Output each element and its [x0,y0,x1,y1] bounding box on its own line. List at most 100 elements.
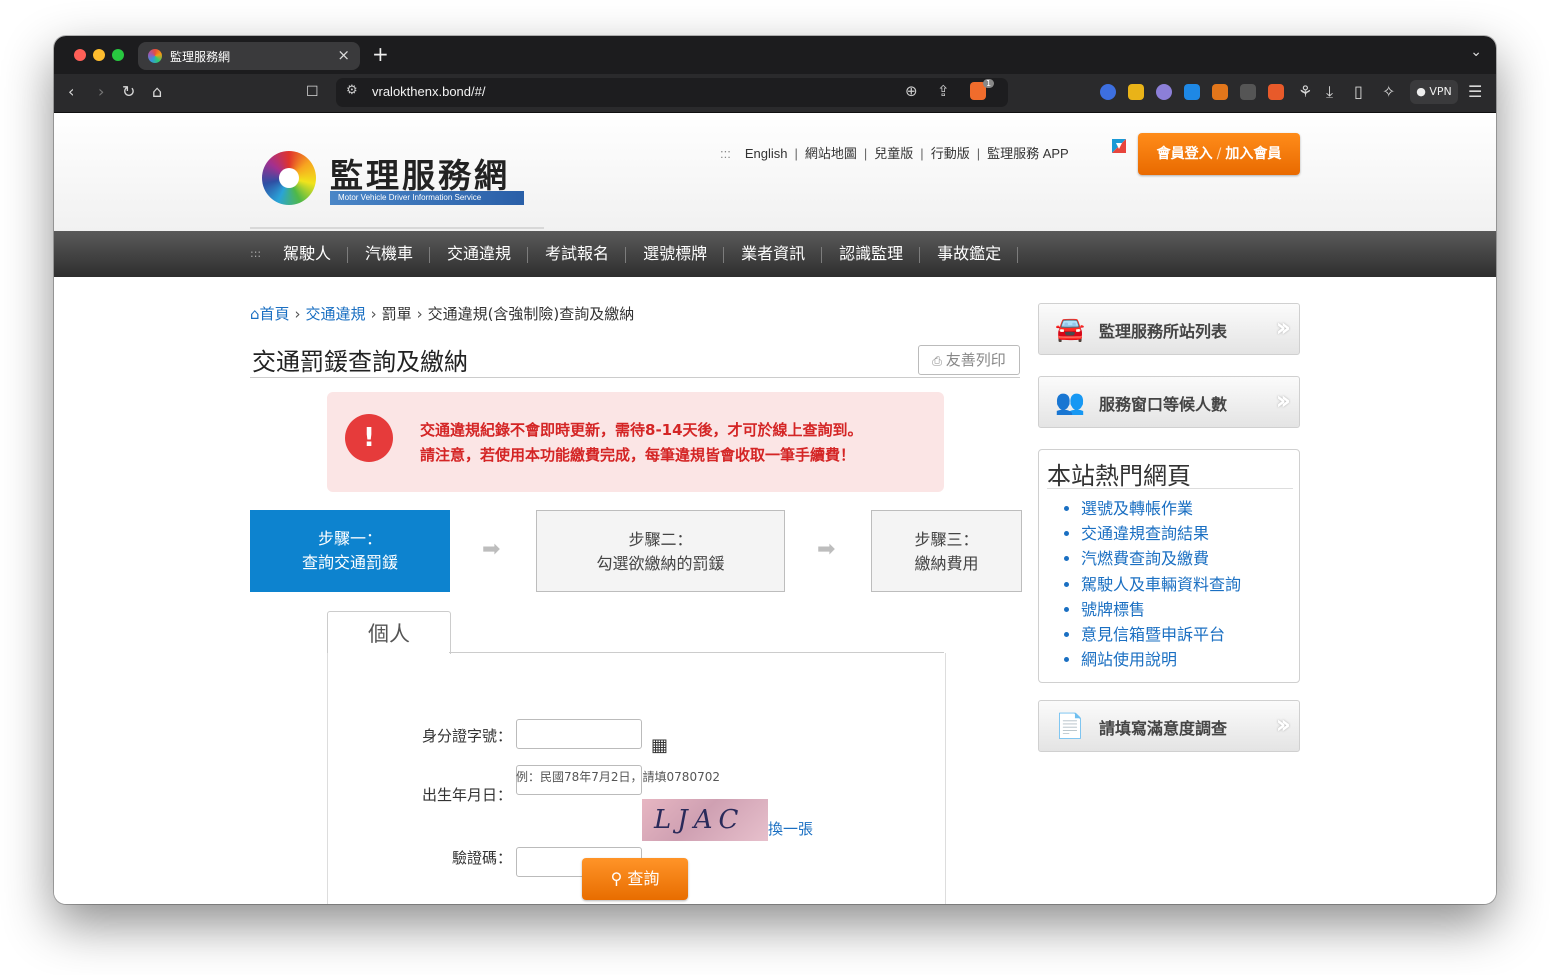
id-number-input[interactable] [516,719,642,749]
document-icon: 📄 [1055,712,1085,740]
nav-business-info[interactable]: 業者資訊 [724,231,823,277]
bookmark-icon[interactable]: ☐ [306,82,319,102]
forward-icon[interactable]: › [98,82,104,102]
calendar-icon[interactable]: ▦ [651,735,668,756]
top-links: ::: English | 網站地圖 | 兒童版 | 行動版 | 監理服務 APP [720,143,1069,162]
queue-count-button[interactable]: 👥 服務窗口等候人數 ›› [1038,376,1300,428]
list-item[interactable]: 汽燃費查詢及繳費 [1081,546,1241,571]
id-number-label: 身分證字號： [421,727,512,745]
home-icon[interactable]: ⌂ [152,82,162,102]
nav-exam-registration[interactable]: 考試報名 [528,231,627,277]
site-header: 監理服務網 Motor Vehicle Driver Information S… [54,113,1496,231]
browser-window: 監理服務網 × + ⌄ ‹ › ↻ ⌂ ☐ ⚙ vralokthenx.bond… [54,36,1496,904]
nav-driver[interactable]: 駕駛人 [266,231,349,277]
downloads-icon[interactable]: ⤓ [1326,82,1333,102]
step-1: 步驟一： 查詢交通罰鍰 [250,510,450,592]
list-item[interactable]: 選號及轉帳作業 [1081,496,1241,521]
list-item[interactable]: 交通違規查詢結果 [1081,521,1241,546]
browser-tab[interactable]: 監理服務網 × [138,42,360,70]
print-button[interactable]: ⎙ 友善列印 [918,345,1020,375]
people-icon: 👥 [1055,388,1085,416]
link-english[interactable]: English [745,146,788,161]
address-bar[interactable]: ⚙ vralokthenx.bond/#/ ⊕ ⇪ 1 [336,78,1008,107]
site-logo[interactable]: 監理服務網 Motor Vehicle Driver Information S… [250,133,544,229]
maximize-window-button[interactable] [112,49,124,61]
alert-line-2: 請注意，若使用本功能繳費完成，每筆違規皆會收取一筆手續費！ [420,446,856,464]
shield-badge: 1 [983,79,995,88]
refresh-captcha-link[interactable]: 換一張 [768,818,813,839]
browser-toolbar: ‹ › ↻ ⌂ ☐ ⚙ vralokthenx.bond/#/ ⊕ ⇪ 1 ⚘ … [54,74,1496,113]
link-sitemap[interactable]: 網站地圖 [805,143,857,162]
list-item[interactable]: 號牌標售 [1081,597,1241,622]
join-label[interactable]: 加入會員 [1225,146,1281,162]
survey-button[interactable]: 📄 請填寫滿意度調查 ›› [1038,700,1300,752]
step-arrow-icon: ➡ [482,537,501,562]
extension-2-icon[interactable] [1128,84,1144,100]
nav-about[interactable]: 認識監理 [822,231,921,277]
nav-traffic-violation[interactable]: 交通違規 [430,231,529,277]
close-window-button[interactable] [74,49,86,61]
minimize-window-button[interactable] [93,49,105,61]
zoom-icon[interactable]: ⊕ [905,82,918,100]
nav-accesskey: ::: [250,247,262,260]
link-app[interactable]: 監理服務 APP [987,143,1069,162]
breadcrumb: ⌂首頁 › 交通違規 › 罰單 › 交通違規(含強制險)查詢及繳納 [250,305,635,323]
tab-close-icon[interactable]: × [337,46,350,64]
sidebar-icon[interactable]: ▯ [1354,82,1363,102]
new-tab-button[interactable]: + [372,42,389,66]
birth-date-label: 出生年月日： [421,786,512,804]
breadcrumb-traffic-violation[interactable]: 交通違規 [306,305,366,323]
vpn-button[interactable]: ● VPN [1410,80,1458,104]
web-page: 監理服務網 Motor Vehicle Driver Information S… [54,113,1496,904]
logo-emblem-icon [262,151,316,205]
link-mobile[interactable]: 行動版 [931,143,970,162]
link-kids[interactable]: 兒童版 [874,143,913,162]
extension-6-icon[interactable] [1240,84,1256,100]
station-list-button[interactable]: 🚘 監理服務所站列表 ›› [1038,303,1300,355]
printer-icon: ⎙ [932,354,946,368]
extension-1-icon[interactable] [1100,84,1116,100]
ai-sparkle-icon[interactable]: ✧ [1382,82,1395,102]
tab-list-chevron-icon[interactable]: ⌄ [1470,44,1482,60]
vpn-dot-icon: ● [1416,85,1430,98]
popular-pages-title: 本站熱門網頁 [1047,462,1191,490]
url-text[interactable]: vralokthenx.bond/#/ [372,84,485,99]
breadcrumb-home[interactable]: 首頁 [260,305,290,323]
home-icon[interactable]: ⌂ [250,305,260,323]
title-divider [250,377,1020,378]
list-item[interactable]: 網站使用說明 [1081,647,1241,672]
reload-icon[interactable]: ↻ [122,82,135,102]
query-button[interactable]: ⚲ 查詢 [582,858,688,900]
list-item[interactable]: 駕駛人及車輛資料查詢 [1081,572,1241,597]
title-bar: 監理服務網 × + ⌄ [54,36,1496,74]
notice-alert: ! 交通違規紀錄不會即時更新，需待8-14天後，才可於線上查詢到。 請注意，若使… [327,392,944,492]
captcha-label: 驗證碼： [451,849,512,867]
site-favicon-icon [148,49,162,63]
login-join-button[interactable]: 會員登入 / 加入會員 [1138,133,1300,175]
back-icon[interactable]: ‹ [68,82,74,102]
main-nav: ::: 駕駛人 汽機車 交通違規 考試報名 選號標牌 業者資訊 認識監理 事故鑑… [54,231,1496,277]
extension-4-icon[interactable] [1184,84,1200,100]
app-icon[interactable] [1110,137,1128,155]
tab-personal[interactable]: 個人 [327,611,451,654]
extension-3-icon[interactable] [1156,84,1172,100]
warning-icon: ! [345,414,393,462]
list-item[interactable]: 意見信箱暨申訴平台 [1081,622,1241,647]
vpn-label: VPN [1429,85,1452,98]
popular-pages-list: 選號及轉帳作業 交通違規查詢結果 汽燃費查詢及繳費 駕駛人及車輛資料查詢 號牌標… [1065,496,1241,672]
step-arrow-icon: ➡ [817,537,836,562]
login-label[interactable]: 會員登入 [1157,146,1213,162]
nav-accident-appraisal[interactable]: 事故鑑定 [920,231,1019,277]
double-chevron-icon: ›› [1275,710,1292,740]
alert-line-1: 交通違規紀錄不會即時更新，需待8-14天後，才可於線上查詢到。 [420,421,863,439]
site-settings-icon[interactable]: ⚙ [346,83,358,98]
menu-icon[interactable]: ☰ [1468,82,1482,102]
extension-7-icon[interactable] [1268,84,1284,100]
nav-plate-selection[interactable]: 選號標牌 [626,231,725,277]
metamask-icon[interactable] [1212,84,1228,100]
nav-vehicle[interactable]: 汽機車 [348,231,431,277]
share-icon[interactable]: ⇪ [937,82,950,100]
breadcrumb-current: 交通違規(含強制險)查詢及繳納 [427,305,635,323]
extensions-icon[interactable]: ⚘ [1298,82,1312,102]
popular-pages-box: 本站熱門網頁 選號及轉帳作業 交通違規查詢結果 汽燃費查詢及繳費 駕駛人及車輛資… [1038,449,1300,683]
